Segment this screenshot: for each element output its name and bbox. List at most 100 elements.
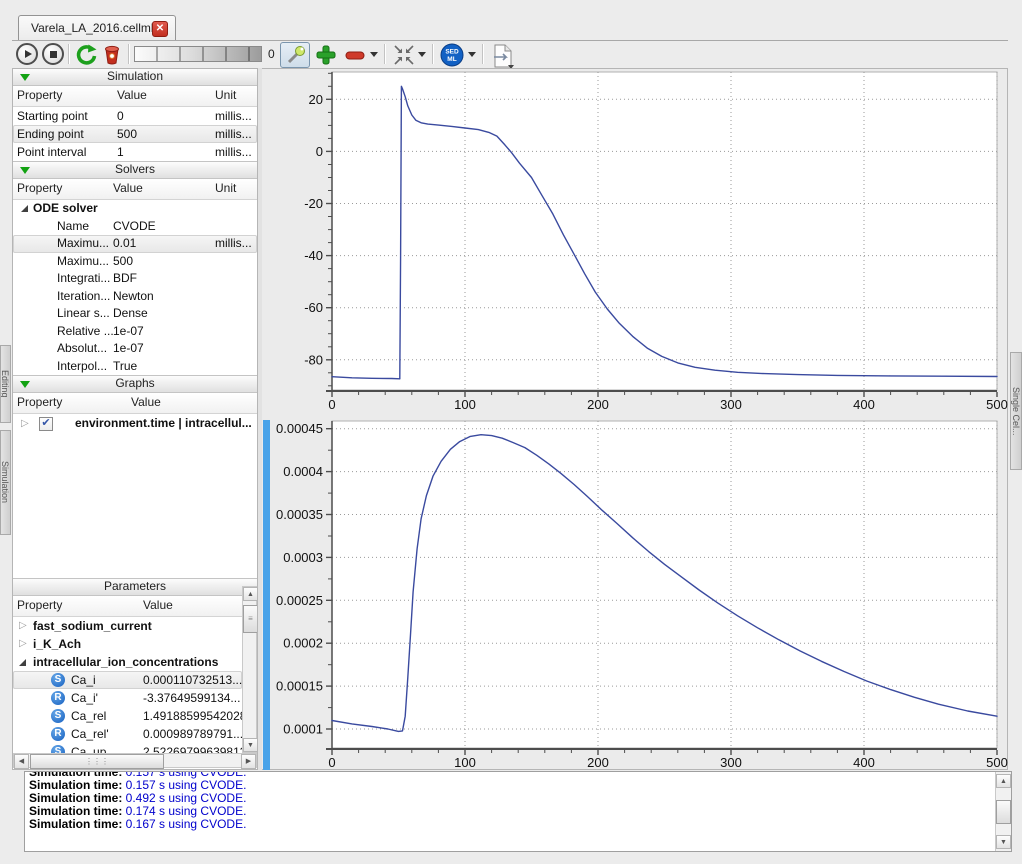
scroll-up-icon[interactable]: ▲ <box>996 774 1011 788</box>
svg-text:0.00025: 0.00025 <box>276 593 323 608</box>
property-value[interactable]: 1e-07 <box>113 340 144 358</box>
clear-simulation-data-button[interactable] <box>102 43 126 67</box>
interaction-mode-button[interactable] <box>392 43 416 67</box>
property-row-maximu[interactable]: Maximu...0.01millis... <box>13 235 257 253</box>
property-row-maximu[interactable]: Maximu...500 <box>13 253 257 271</box>
property-value[interactable]: 0.01 <box>113 235 136 253</box>
parameters-vscrollbar[interactable]: ▲ ≡ ▼ <box>242 586 257 753</box>
scroll-down-icon[interactable]: ▼ <box>243 738 258 752</box>
property-value[interactable]: True <box>113 358 137 376</box>
parameters-section-header[interactable]: Parameters <box>13 578 257 596</box>
tree-collapsed-icon[interactable]: ▷ <box>19 635 27 653</box>
cellml-wand-button[interactable] <box>280 42 310 68</box>
graphs-column-header: PropertyValue <box>13 393 257 414</box>
parameter-row-i-k-ach[interactable]: ▷i_K_Ach <box>13 635 242 653</box>
collapse-arrow-icon[interactable] <box>20 381 30 388</box>
mode-tab-editing[interactable]: Editing <box>0 345 11 423</box>
parameters-hscrollbar[interactable]: ◀ ⋮⋮⋮ ▶ <box>13 753 257 768</box>
svg-text:ML: ML <box>447 56 456 63</box>
svg-text:0: 0 <box>328 755 335 770</box>
property-name: Name <box>57 218 89 236</box>
graph-panel-bottom[interactable]: 01002003004005000.000450.00040.000350.00… <box>262 420 1008 771</box>
file-tab[interactable]: Varela_LA_2016.cellml* ✕ <box>18 15 176 41</box>
graph-row-environment-time-intracellul[interactable]: ▷✔environment.time | intracellul... <box>13 414 257 433</box>
parameter-row-fast-sodium-current[interactable]: ▷fast_sodium_current <box>13 617 242 635</box>
collapse-arrow-icon[interactable] <box>20 167 30 174</box>
plot-canvas[interactable]: 01002003004005000.000450.00040.000350.00… <box>262 420 1008 771</box>
column-header-property: Property <box>17 596 62 615</box>
graph-checkbox[interactable]: ✔ <box>39 417 53 431</box>
run-button[interactable] <box>16 43 40 67</box>
view-tab-single-cell-label: Single Cel... <box>1011 387 1021 436</box>
property-row-interpol[interactable]: Interpol...True <box>13 358 257 376</box>
property-value[interactable]: Dense <box>113 305 148 323</box>
mode-tab-simulation[interactable]: Simulation <box>0 430 11 535</box>
simulation-section-header[interactable]: Simulation <box>13 69 257 86</box>
property-value[interactable]: Newton <box>113 288 154 306</box>
tree-collapsed-icon[interactable]: ▷ <box>19 617 27 635</box>
remove-graph-panel-button[interactable] <box>344 43 366 67</box>
wand-icon <box>281 43 309 67</box>
parameter-row-ca-rel[interactable]: SCa_rel1.49188599542028 <box>13 707 242 725</box>
property-row-integrati[interactable]: Integrati...BDF <box>13 270 257 288</box>
tree-expanded-icon[interactable] <box>21 205 28 212</box>
parameter-row-intracellular-ion-concentrations[interactable]: intracellular_ion_concentrations <box>13 653 242 671</box>
graph-panel-top[interactable]: 0100200300400500200-20-40-60-80 <box>262 68 1008 420</box>
tree-collapsed-icon[interactable]: ▷ <box>21 414 29 433</box>
property-row-ending-point[interactable]: Ending point500millis... <box>13 125 257 143</box>
property-value[interactable]: 500 <box>113 253 133 271</box>
scroll-left-icon[interactable]: ◀ <box>14 754 29 769</box>
parameter-row-ca-i[interactable]: RCa_i'-3.37649599134... <box>13 689 242 707</box>
rate-variable-icon: R <box>51 691 65 705</box>
property-value[interactable]: 1 <box>117 143 124 161</box>
parameter-row-ca-rel[interactable]: RCa_rel'0.000989789791... <box>13 725 242 743</box>
sedml-export-button[interactable]: SED ML <box>440 43 464 67</box>
property-value[interactable]: 1e-07 <box>113 323 144 341</box>
scroll-up-icon[interactable]: ▲ <box>243 587 258 601</box>
parameter-value: 0.000110732513... <box>143 671 242 689</box>
view-tab-single-cell[interactable]: Single Cel... <box>1010 352 1022 470</box>
log-vscrollbar[interactable]: ▲ ▼ <box>995 772 1011 851</box>
property-row-point-interval[interactable]: Point interval1millis... <box>13 143 257 161</box>
play-icon <box>16 43 38 65</box>
scroll-down-icon[interactable]: ▼ <box>996 835 1011 849</box>
reset-model-parameters-button[interactable] <box>74 43 98 67</box>
property-row-iteration[interactable]: Iteration...Newton <box>13 288 257 306</box>
interaction-mode-dropdown-icon[interactable] <box>418 52 426 57</box>
vscrollbar-thumb[interactable]: ≡ <box>243 605 258 633</box>
close-tab-icon[interactable]: ✕ <box>152 21 168 37</box>
property-value[interactable]: BDF <box>113 270 137 288</box>
parameter-name: Ca_rel' <box>71 725 109 743</box>
vscrollbar-thumb[interactable] <box>996 800 1011 824</box>
plot-canvas[interactable]: 0100200300400500200-20-40-60-80 <box>262 68 1008 420</box>
parameter-row-ca-i[interactable]: SCa_i0.000110732513... <box>13 671 242 689</box>
remove-graph-panel-dropdown-icon[interactable] <box>370 52 378 57</box>
column-header-unit: Unit <box>215 179 236 198</box>
svg-text:20: 20 <box>309 92 323 107</box>
scroll-right-icon[interactable]: ▶ <box>241 754 256 769</box>
property-row-linear-s[interactable]: Linear s...Dense <box>13 305 257 323</box>
stop-button[interactable] <box>42 43 66 67</box>
sedml-dropdown-icon[interactable] <box>468 52 476 57</box>
property-value[interactable]: 0 <box>117 107 124 125</box>
property-row-name[interactable]: Name CVODE <box>13 218 257 236</box>
solvers-section-header[interactable]: Solvers <box>13 161 257 179</box>
graphs-section-header[interactable]: Graphs <box>13 375 257 393</box>
property-row-starting-point[interactable]: Starting point0millis... <box>13 107 257 125</box>
tree-expanded-icon[interactable] <box>19 659 26 666</box>
add-graph-panel-button[interactable] <box>314 43 338 67</box>
collapse-arrow-icon[interactable] <box>20 74 30 81</box>
toolbar-separator <box>68 44 70 64</box>
property-row-absolut[interactable]: Absolut...1e-07 <box>13 340 257 358</box>
column-header-value: Value <box>117 86 147 105</box>
toolbar-separator <box>432 44 434 64</box>
data-export-button[interactable] <box>490 43 514 67</box>
hscrollbar-thumb[interactable]: ⋮⋮⋮ <box>30 754 164 769</box>
svg-text:0.00045: 0.00045 <box>276 421 323 436</box>
property-value[interactable]: 500 <box>117 125 137 143</box>
property-row-ode-solver[interactable]: ODE solver <box>13 200 257 218</box>
simulation-delay-wheel[interactable] <box>134 46 262 62</box>
property-value[interactable]: CVODE <box>113 218 156 236</box>
property-row-relative[interactable]: Relative ...1e-07 <box>13 323 257 341</box>
simulation-output-log: Simulation time: 0.157 s using CVODE.Sim… <box>24 771 1012 852</box>
